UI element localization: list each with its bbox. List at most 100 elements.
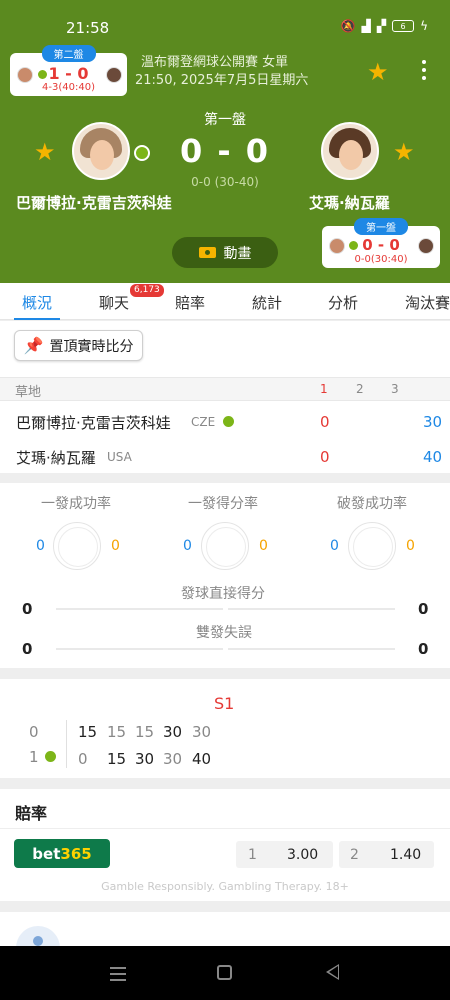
pbp-point: 30	[135, 750, 155, 768]
player-avatar	[106, 67, 122, 83]
pbp-serve-icon	[45, 751, 56, 762]
animation-icon	[198, 247, 216, 258]
battery-icon: 6	[392, 20, 415, 32]
double-faults-away-value: 0	[418, 640, 429, 658]
home-set-score: 0	[320, 413, 330, 431]
tab-bar: 概況 聊天 賠率 統計 分析 淘汰賽	[0, 283, 450, 320]
stat-label: 破發成功率	[337, 496, 407, 512]
pbp-point: 30	[163, 723, 183, 741]
away-player-name[interactable]: 艾瑪·納瓦羅	[309, 192, 390, 213]
scoreboard-header: 草地 1 2 3	[0, 377, 450, 401]
pbp-point: 15	[135, 723, 155, 741]
current-set-label: 第一盤	[204, 112, 246, 128]
odds-divider	[0, 828, 450, 829]
pbp-point: 40	[192, 750, 212, 768]
pbp-point: 0	[78, 750, 88, 768]
pbp-point: 30	[163, 750, 183, 768]
tab-overview[interactable]: 概況	[22, 292, 52, 313]
bookmaker-logo[interactable]: bet 365	[14, 839, 110, 868]
match-screen: 21:58 🔕 ▟ ▞ 6 ϟ 第二盤 1 - 0 4-3(40:40) 溫布爾…	[0, 0, 450, 1000]
home-odds-button[interactable]: 1 3.00	[236, 841, 333, 868]
stat-donut	[201, 522, 249, 570]
mini-card-subscore: 0-0(30:40)	[354, 254, 408, 265]
animation-button[interactable]: 動畫	[172, 237, 278, 268]
status-icons: 🔕 ▟ ▞ 6 ϟ	[341, 19, 428, 33]
away-odds-button[interactable]: 2 1.40	[339, 841, 434, 868]
away-set-score: 0	[320, 448, 330, 466]
next-section	[0, 912, 450, 946]
pinned-match-card[interactable]: 第二盤 1 - 0 4-3(40:40)	[10, 45, 127, 96]
stat-home-value: 0	[183, 538, 192, 554]
double-faults-bar-away	[228, 648, 395, 650]
match-datetime: 21:50, 2025年7月5日星期六	[135, 73, 309, 88]
stat-home-value: 0	[330, 538, 339, 554]
home-country: CZE	[191, 415, 216, 429]
pin-icon: 📌	[23, 336, 44, 355]
pbp-point: 15	[107, 750, 127, 768]
pin-live-score-button[interactable]: 📌 置頂實時比分	[14, 330, 143, 361]
odds-title: 賠率	[15, 804, 48, 823]
aces-home-value: 0	[22, 600, 33, 618]
tab-chat[interactable]: 聊天	[99, 292, 129, 313]
home-row: 巴爾博拉·克雷吉茨科娃 CZE 0 30	[0, 410, 450, 436]
pbp-set-label: S1	[214, 694, 235, 713]
away-odds-value: 1.40	[390, 846, 422, 863]
tab-analysis[interactable]: 分析	[328, 292, 358, 313]
home-player-name[interactable]: 巴爾博拉·克雷吉茨科娃	[16, 412, 171, 433]
recent-apps-icon[interactable]	[110, 967, 126, 985]
more-options-icon[interactable]	[422, 60, 426, 84]
next-section-icon-dot	[33, 936, 43, 946]
home-serve-icon	[223, 416, 234, 427]
away-player-name[interactable]: 艾瑪·納瓦羅	[16, 447, 96, 468]
aces-bar-home	[56, 608, 223, 610]
gambling-disclaimer: Gamble Responsibly. Gambling Therapy. 18…	[101, 880, 349, 893]
set-header-3: 3	[391, 382, 399, 396]
stat-donut	[348, 522, 396, 570]
animation-label: 動畫	[223, 245, 252, 262]
home-odds-value: 3.00	[287, 846, 319, 863]
pbp-point: 15	[78, 723, 98, 741]
home-icon[interactable]	[217, 965, 232, 980]
active-tab-indicator	[14, 318, 60, 320]
stat-away-value: 0	[259, 538, 268, 554]
mini-card-subscore: 4-3(40:40)	[42, 82, 95, 93]
home-point-score: 30	[423, 413, 443, 431]
pbp-row-separator	[66, 720, 67, 768]
pbp-point: 15	[107, 723, 127, 741]
tab-knockout[interactable]: 淘汰賽	[405, 292, 450, 313]
surface-label: 草地	[15, 385, 42, 400]
charging-icon: ϟ	[420, 19, 428, 33]
aces-label: 發球直接得分	[181, 586, 265, 602]
set-header-1: 1	[320, 382, 328, 396]
set-header-2: 2	[356, 382, 364, 396]
signal-icon: ▟	[361, 19, 371, 33]
favorite-match-star-icon[interactable]: ★	[367, 58, 389, 86]
stat-label: 一發得分率	[188, 496, 258, 512]
tab-odds[interactable]: 賠率	[175, 292, 205, 313]
home-player-name[interactable]: 巴爾博拉·克雷吉茨科娃	[16, 192, 172, 213]
favorite-away-player-star-icon[interactable]: ★	[393, 138, 415, 166]
double-faults-bar-home	[56, 648, 223, 650]
tournament-name: 溫布爾登網球公開賽 女單	[141, 55, 289, 70]
pbp-point: 30	[192, 723, 212, 741]
chat-count-badge: 6,173	[130, 284, 164, 297]
stat-donut	[53, 522, 101, 570]
pbp-game-score: 1	[29, 748, 39, 766]
away-player-photo[interactable]	[321, 122, 379, 180]
wifi-icon: ▞	[376, 19, 387, 33]
tab-stats[interactable]: 統計	[252, 292, 282, 313]
away-country: USA	[107, 450, 132, 464]
stat-away-value: 0	[111, 538, 120, 554]
current-set-card[interactable]: 第一盤 0 - 0 0-0(30:40)	[322, 218, 440, 268]
system-nav-bar	[0, 946, 450, 1000]
back-icon[interactable]	[326, 964, 339, 980]
game-score: 0-0 (30-40)	[191, 175, 259, 189]
stat-label: 一發成功率	[41, 496, 111, 512]
home-odds-label: 1	[248, 846, 257, 863]
main-score: 0 - 0	[179, 132, 271, 170]
match-header: 21:58 🔕 ▟ ▞ 6 ϟ 第二盤 1 - 0 4-3(40:40) 溫布爾…	[0, 0, 450, 283]
stat-home-value: 0	[36, 538, 45, 554]
mute-icon: 🔕	[340, 19, 356, 33]
aces-away-value: 0	[418, 600, 429, 618]
pin-live-score-label: 置頂實時比分	[49, 338, 134, 355]
